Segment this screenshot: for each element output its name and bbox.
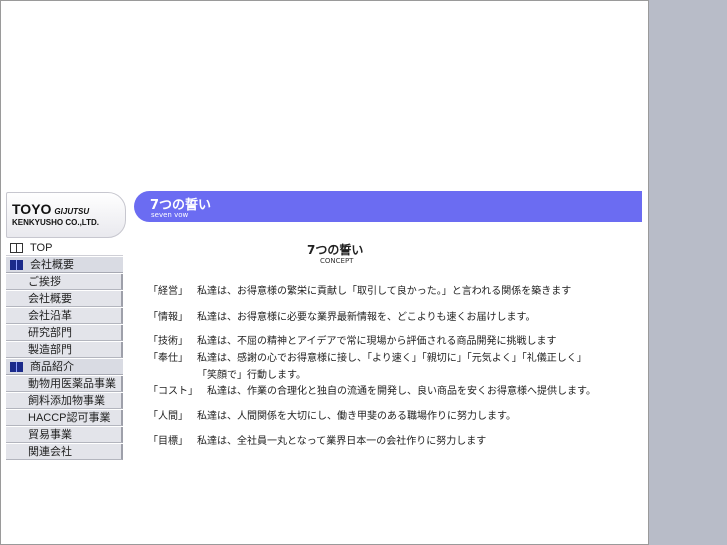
sidebar-item-company-profile[interactable]: 会社概要 — [6, 291, 123, 307]
logo-line-1: TOYO GIJUTSU — [12, 199, 89, 218]
vow-key: 「情報」 — [148, 312, 188, 323]
sidebar-item-label: TOP — [30, 242, 53, 254]
sidebar-item-label: 商品紹介 — [30, 361, 74, 373]
sidebar-item-label: 動物用医薬品事業 — [28, 378, 116, 390]
header-banner: 7つの誓い seven vow — [134, 191, 642, 222]
vow-item: 「情報」 私達は、お得意様に必要な業界最新情報を、どこよりも速くお届けします。 — [148, 308, 536, 323]
vow-key: 「経営」 — [148, 286, 188, 297]
logo-line-2: KENKYUSHO CO.,LTD. — [12, 218, 99, 227]
book-filled-icon — [10, 260, 23, 270]
vow-text: 私達は、人間関係を大切にし、働き甲斐のある職場作りに努力します。 — [197, 411, 516, 422]
vow-key: 「人間」 — [148, 411, 188, 422]
page-subtitle: CONCEPT — [320, 257, 354, 265]
sidebar-item-label: ご挨拶 — [28, 276, 61, 288]
banner-subtitle: seven vow — [151, 211, 189, 219]
vow-key: 「奉仕」 — [148, 353, 188, 364]
sidebar-item-trade[interactable]: 貿易事業 — [6, 427, 123, 443]
vow-text: 私達は、作業の合理化と独自の流通を開発し、良い商品を安くお得意様へ提供します。 — [207, 386, 596, 397]
sidebar-item-label: 会社概要 — [28, 293, 72, 305]
sidebar-item-veterinary[interactable]: 動物用医薬品事業 — [6, 376, 123, 392]
sidebar-section-products[interactable]: 商品紹介 — [6, 359, 123, 375]
sidebar-item-research[interactable]: 研究部門 — [6, 325, 123, 341]
sidebar-item-label: 研究部門 — [28, 327, 72, 339]
sidebar-item-label: HACCP認可事業 — [28, 412, 111, 424]
vow-item: 「技術」 私達は、不屈の精神とアイデアで常に現場から評価される商品開発に挑戦します — [148, 332, 557, 347]
book-open-icon — [10, 243, 23, 253]
sidebar-section-company[interactable]: 会社概要 — [6, 257, 123, 273]
sidebar-item-label: 製造部門 — [28, 344, 72, 356]
book-filled-icon — [10, 362, 23, 372]
logo-suffix: GIJUTSU — [54, 207, 90, 216]
vow-item: 「目標」 私達は、全社員一丸となって業界日本一の会社作りに努力します — [148, 432, 486, 447]
vow-text: 私達は、全社員一丸となって業界日本一の会社作りに努力します — [197, 436, 487, 447]
vow-item: 「経営」 私達は、お得意様の繁栄に貢献し「取引して良かった。」と言われる関係を築き… — [148, 282, 571, 297]
sidebar-item-feed-additives[interactable]: 飼料添加物事業 — [6, 393, 123, 409]
sidebar-nav: TOP 会社概要 ご挨拶 会社概要 会社沿革 研究部門 製造部門 商品紹介 動物… — [6, 240, 123, 461]
sidebar-item-label: 関連会社 — [28, 446, 72, 458]
sidebar-item-affiliates[interactable]: 関連会社 — [6, 444, 123, 460]
logo-name: TOYO — [12, 201, 52, 217]
sidebar-item-label: 貿易事業 — [28, 429, 72, 441]
sidebar-item-greeting[interactable]: ご挨拶 — [6, 274, 123, 290]
sidebar-item-label: 会社沿革 — [28, 310, 72, 322]
vow-item: 「人間」 私達は、人間関係を大切にし、働き甲斐のある職場作りに努力します。 — [148, 407, 516, 422]
company-logo[interactable]: TOYO GIJUTSU KENKYUSHO CO.,LTD. — [6, 192, 126, 238]
vow-key: 「技術」 — [148, 336, 188, 347]
vow-text: 私達は、感謝の心でお得意様に接し、「より速く」「親切に」「元気よく」「礼儀正しく… — [197, 353, 587, 364]
sidebar-item-history[interactable]: 会社沿革 — [6, 308, 123, 324]
vow-item: 「奉仕」 私達は、感謝の心でお得意様に接し、「より速く」「親切に」「元気よく」「礼… — [148, 349, 587, 381]
sidebar-item-label: 飼料添加物事業 — [28, 395, 105, 407]
vow-text: 私達は、不屈の精神とアイデアで常に現場から評価される商品開発に挑戦します — [197, 336, 557, 347]
sidebar-item-top[interactable]: TOP — [6, 240, 123, 256]
vow-text: 私達は、お得意様に必要な業界最新情報を、どこよりも速くお届けします。 — [197, 312, 536, 323]
sidebar-item-haccp[interactable]: HACCP認可事業 — [6, 410, 123, 426]
sidebar-item-label: 会社概要 — [30, 259, 74, 271]
vow-item: 「コスト」 私達は、作業の合理化と独自の流通を開発し、良い商品を安くお得意様へ提供… — [148, 382, 596, 397]
page-title: 7つの誓い — [307, 243, 364, 257]
vow-key: 「目標」 — [148, 436, 188, 447]
vow-text: 私達は、お得意様の繁栄に貢献し「取引して良かった。」と言われる関係を築きます — [197, 286, 572, 297]
vow-key: 「コスト」 — [148, 386, 198, 397]
window-gutter — [649, 0, 727, 545]
vow-text-continued: 「笑顔で」行動します。 — [197, 370, 306, 381]
sidebar-item-manufacturing[interactable]: 製造部門 — [6, 342, 123, 358]
